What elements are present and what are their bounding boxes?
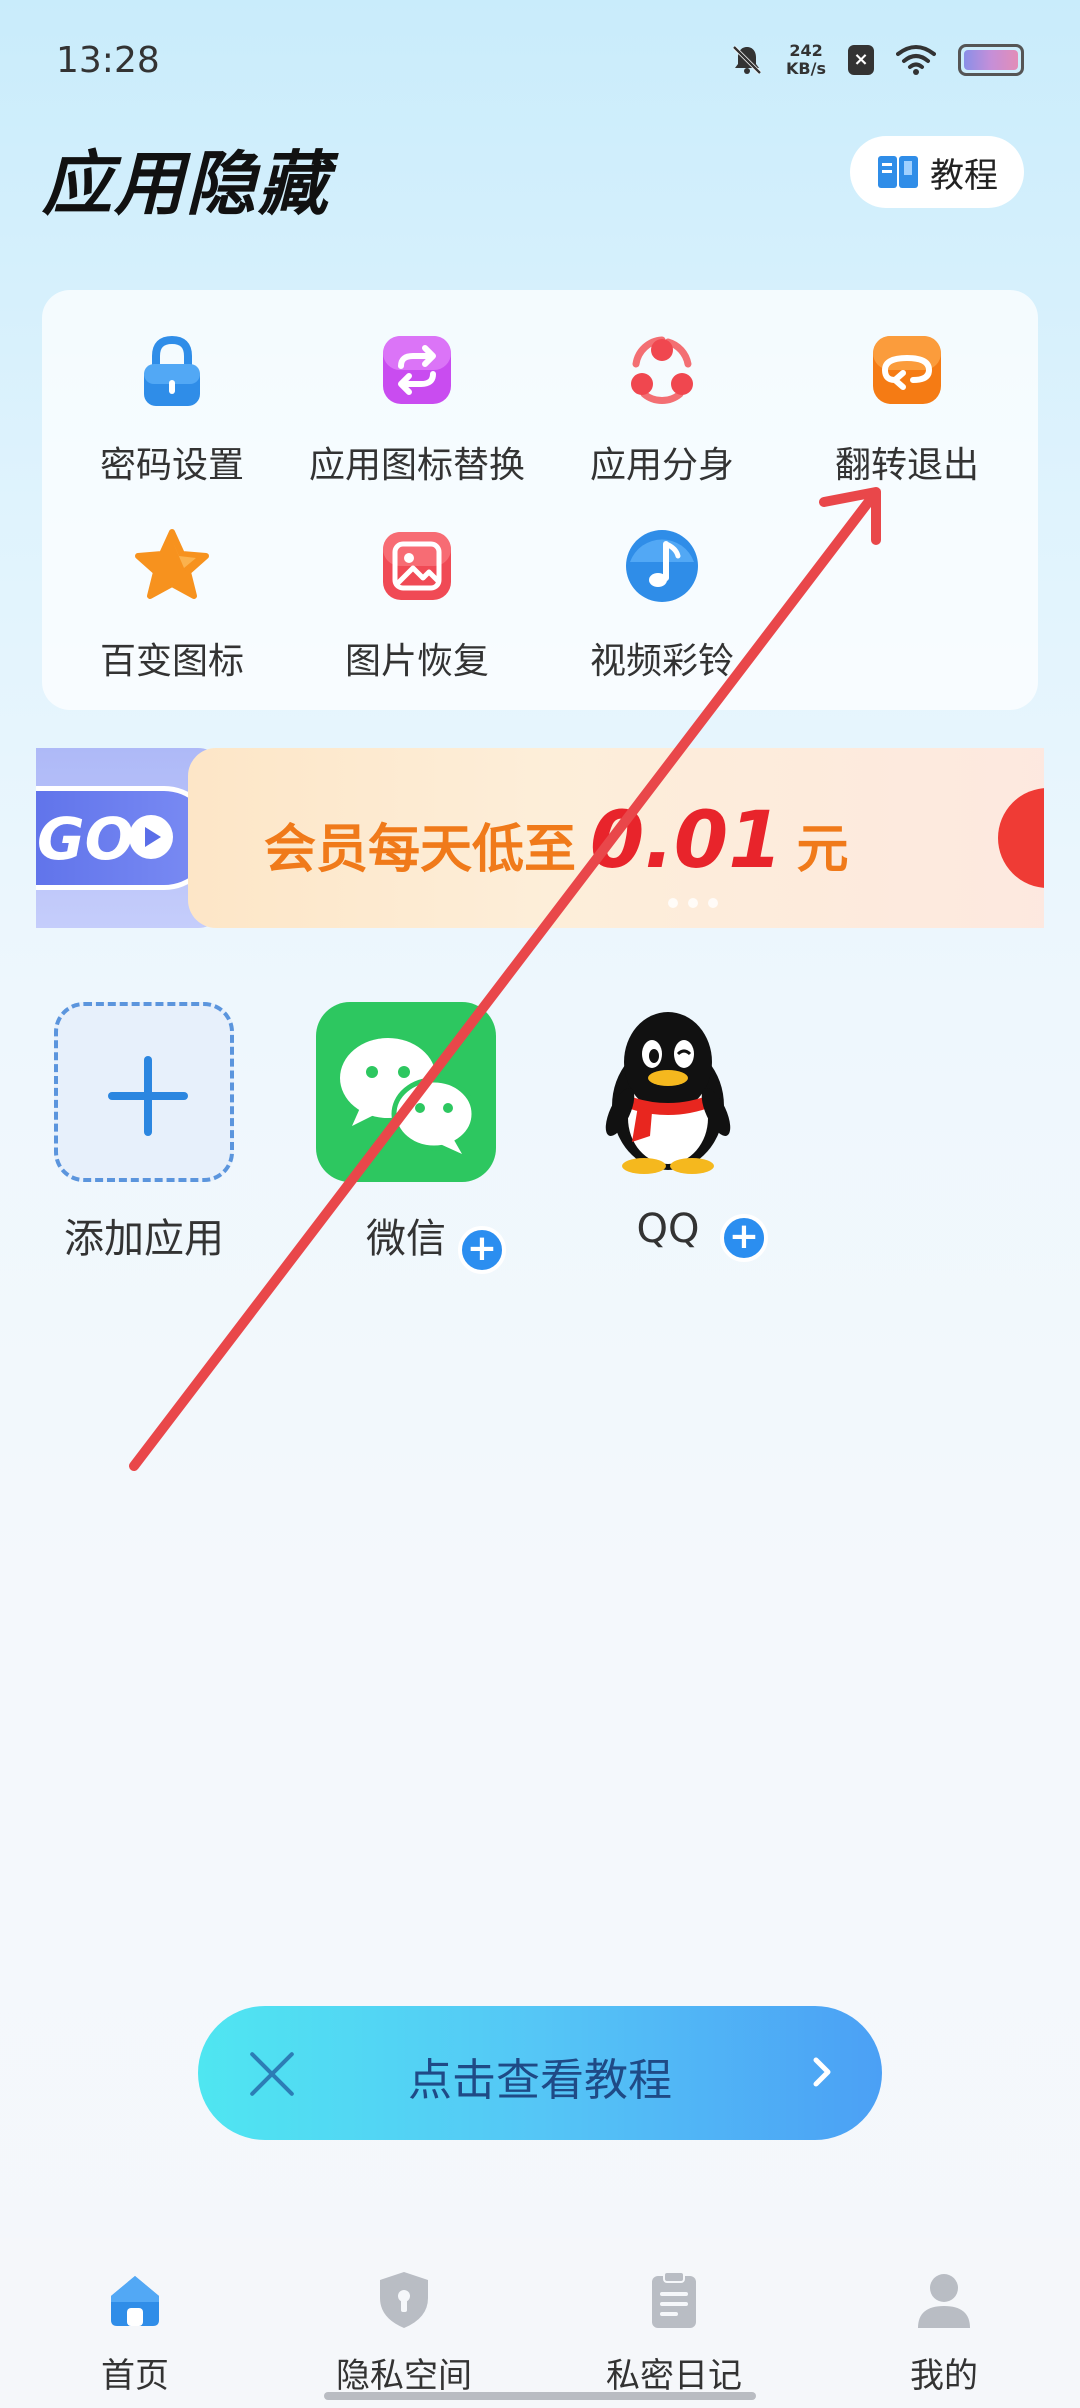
- tool-label: 密码设置: [99, 445, 244, 486]
- banner-dots: [668, 898, 718, 908]
- nav-label: 我的: [910, 2356, 978, 2396]
- tool-app-clone[interactable]: 应用分身: [537, 330, 787, 488]
- clone-icon: [631, 336, 693, 404]
- status-icons: 242 KB/s ×: [730, 42, 1024, 78]
- banner-main-slide: 会员每天低至 0.01 元: [188, 748, 1044, 928]
- add-badge-icon: +: [720, 1214, 768, 1262]
- tool-photo-recovery[interactable]: 图片恢复: [292, 526, 542, 684]
- tutorial-button[interactable]: 教程: [850, 136, 1024, 208]
- star-icon: [135, 529, 209, 599]
- tool-label: 应用图标替换: [308, 445, 525, 486]
- wechat-logo: [340, 1038, 477, 1154]
- tool-label: 视频彩铃: [589, 641, 734, 682]
- tool-label: 图片恢复: [344, 641, 489, 682]
- flip-icon: [873, 336, 941, 404]
- shield-icon: [380, 2272, 428, 2328]
- banner-unit: 元: [796, 820, 849, 880]
- tool-video-ringtone[interactable]: 视频彩铃: [537, 526, 787, 684]
- tool-label: 百变图标: [99, 641, 244, 682]
- chevron-right-icon: [813, 2057, 831, 2087]
- qq-icon: [578, 1002, 758, 1182]
- nav-label: 隐私空间: [336, 2356, 472, 2396]
- nav-label: 私密日记: [606, 2356, 742, 2396]
- nav-item-home[interactable]: 首页: [35, 2268, 235, 2397]
- nav-item-mine[interactable]: 我的: [844, 2268, 1044, 2397]
- qq-logo: [605, 1012, 731, 1174]
- tutorial-float-bar[interactable]: 点击查看教程: [198, 2006, 882, 2140]
- nav-item-private-diary[interactable]: 私密日记: [574, 2268, 774, 2397]
- banner-price: 0.01: [590, 796, 783, 886]
- tool-icon-replace[interactable]: 应用图标替换: [292, 330, 542, 488]
- app-wechat[interactable]: + 微信: [306, 1002, 506, 1274]
- bottom-nav: 首页 隐私空间 私密日记 我的: [0, 2238, 1080, 2408]
- user-icon: [918, 2274, 970, 2328]
- image-icon: [383, 532, 451, 600]
- page-title: 应用隐藏: [42, 143, 330, 225]
- app-name: 添加应用: [64, 1216, 224, 1262]
- banner-prefix: 会员每天低至: [264, 820, 577, 880]
- tools-card: 密码设置 应用图标替换 应用分身 翻转退出 百变图标 图片恢复 视频彩铃: [42, 290, 1038, 710]
- play-icon: [129, 815, 173, 859]
- app-qq[interactable]: + QQ: [568, 1002, 768, 1262]
- home-indicator[interactable]: [324, 2392, 756, 2400]
- tool-flip-exit[interactable]: 翻转退出: [782, 330, 1032, 488]
- tutorial-label: 教程: [930, 155, 998, 196]
- mute-icon: [732, 45, 762, 75]
- status-bar: 13:28 242 KB/s ×: [0, 0, 1080, 126]
- float-bar-label: 点击查看教程: [408, 2055, 672, 2106]
- network-speed: 242 KB/s: [786, 41, 826, 78]
- banner-text: 会员每天低至 0.01 元: [264, 796, 848, 886]
- home-icon: [111, 2276, 159, 2326]
- wechat-icon: [316, 1002, 496, 1182]
- music-icon: [626, 530, 698, 602]
- add-badge-icon: +: [458, 1226, 506, 1274]
- tool-label: 应用分身: [589, 445, 734, 486]
- add-app-button[interactable]: 添加应用: [44, 1002, 244, 1264]
- tool-label: 翻转退出: [834, 445, 979, 486]
- lock-icon: [144, 335, 200, 406]
- swap-icon: [383, 336, 451, 404]
- wifi-icon: [896, 45, 936, 75]
- promo-banner[interactable]: GO 会员每天低至 0.01 元: [36, 748, 1044, 928]
- close-box-icon: ×: [848, 45, 874, 75]
- battery-icon: [958, 44, 1024, 76]
- add-icon: [54, 1002, 234, 1182]
- tool-icon-styles[interactable]: 百变图标: [47, 526, 297, 684]
- nav-label: 首页: [101, 2356, 169, 2396]
- status-time: 13:28: [56, 40, 160, 81]
- clipboard-icon: [652, 2271, 696, 2328]
- tool-password-settings[interactable]: 密码设置: [47, 330, 297, 488]
- book-icon: [878, 156, 918, 188]
- nav-item-private-space[interactable]: 隐私空间: [304, 2268, 504, 2397]
